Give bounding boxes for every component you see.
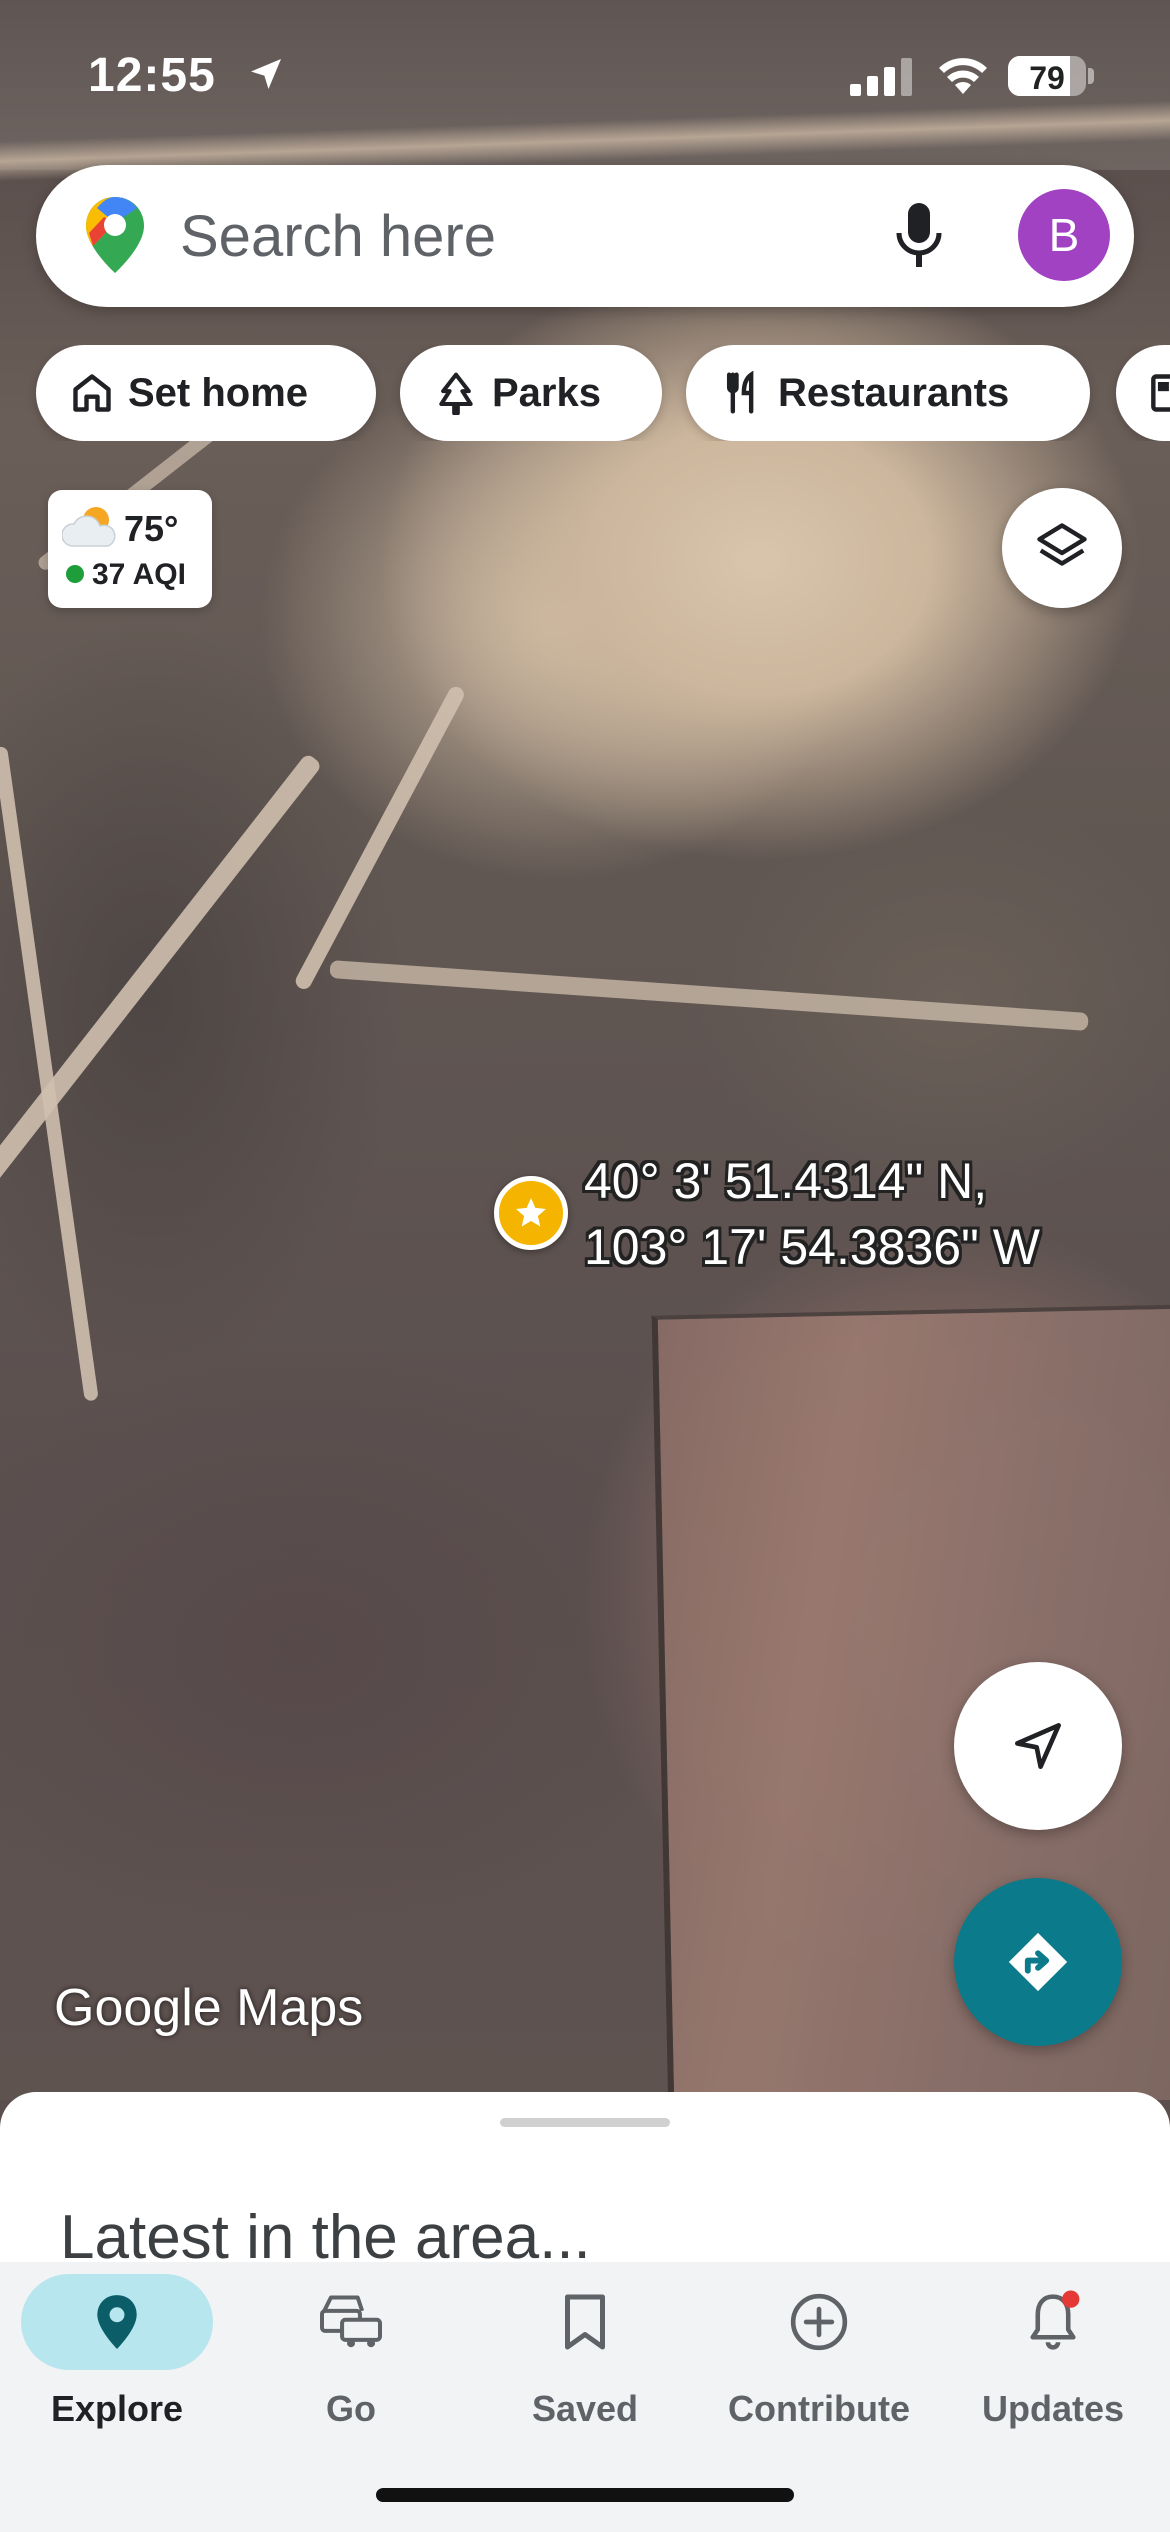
nav-go[interactable]: Go xyxy=(234,2262,468,2462)
home-indicator[interactable] xyxy=(376,2488,794,2502)
sheet-drag-handle[interactable] xyxy=(500,2118,670,2127)
weather-temperature: 75° xyxy=(124,508,179,549)
nav-label: Go xyxy=(326,2388,376,2429)
nav-icon-container xyxy=(489,2274,681,2370)
longitude-text: 103° 17' 54.3836" W xyxy=(584,1219,1040,1275)
home-icon xyxy=(73,374,111,412)
chip-label: Set home xyxy=(128,370,309,415)
location-pin-icon xyxy=(97,2295,137,2349)
nav-label: Saved xyxy=(531,2388,639,2429)
battery-nub xyxy=(1088,68,1094,84)
chip-label: Parks xyxy=(492,370,601,415)
map-road xyxy=(292,684,467,992)
bell-icon xyxy=(1030,2290,1080,2350)
cellular-signal-icon xyxy=(850,58,914,101)
plus-circle-icon xyxy=(790,2293,848,2351)
aqi-value: 37 AQI xyxy=(92,558,186,591)
search-input[interactable]: Search here xyxy=(180,203,496,270)
chip-gas[interactable] xyxy=(1116,345,1170,441)
nav-saved[interactable]: Saved xyxy=(468,2262,702,2462)
aqi-status-dot xyxy=(66,565,84,583)
star-icon xyxy=(516,1198,546,1227)
my-location-button[interactable] xyxy=(954,1662,1122,1830)
nav-explore[interactable]: Explore xyxy=(0,2262,234,2462)
notification-dot xyxy=(1062,2290,1080,2308)
latitude-text: 40° 3' 51.4314" N, xyxy=(584,1153,988,1209)
weather-widget[interactable]: 75° 37 AQI xyxy=(48,490,212,608)
chip-label: Restaurants xyxy=(778,370,1010,415)
nav-active-pill xyxy=(21,2274,213,2370)
car-icon xyxy=(319,2295,383,2348)
nav-label: Explore xyxy=(50,2388,184,2429)
directions-button[interactable] xyxy=(954,1878,1122,2046)
chip-set-home[interactable]: Set home xyxy=(36,345,376,441)
dropped-pin-marker[interactable] xyxy=(494,1176,568,1250)
directions-icon xyxy=(1008,1932,1068,1992)
layers-icon xyxy=(1037,523,1087,566)
coordinate-label[interactable]: 40° 3' 51.4314" N, 103° 17' 54.3836" W xyxy=(584,1148,1040,1280)
nav-label: Updates xyxy=(981,2388,1125,2429)
bookmark-icon xyxy=(565,2294,605,2350)
tree-icon xyxy=(439,372,473,415)
account-avatar[interactable]: B xyxy=(1018,189,1110,281)
location-arrow-icon xyxy=(246,54,286,99)
map-road xyxy=(329,960,1089,1031)
category-chips: Set home Parks Restaurants xyxy=(0,345,1170,441)
nav-label: Contribute xyxy=(728,2388,910,2429)
nav-updates[interactable]: Updates xyxy=(936,2262,1170,2462)
nav-icon-container xyxy=(255,2274,447,2370)
google-maps-logo-icon xyxy=(84,195,146,280)
nav-contribute[interactable]: Contribute xyxy=(702,2262,936,2462)
wifi-icon xyxy=(936,54,990,101)
battery-indicator: 79 xyxy=(1008,56,1086,96)
google-maps-wordmark: Google Maps xyxy=(54,1979,364,2037)
map-road xyxy=(0,746,99,1402)
status-time: 12:55 xyxy=(88,49,216,102)
nav-icon-container xyxy=(957,2274,1149,2370)
partly-cloudy-icon xyxy=(61,504,122,557)
chip-parks[interactable]: Parks xyxy=(400,345,662,441)
nav-icon-container xyxy=(723,2274,915,2370)
navigation-arrow-icon xyxy=(1015,1723,1061,1769)
layers-button[interactable] xyxy=(1002,488,1122,608)
search-bar[interactable]: Search here B xyxy=(36,165,1134,307)
chip-restaurants[interactable]: Restaurants xyxy=(686,345,1090,441)
fork-knife-icon xyxy=(726,371,754,414)
gas-station-icon xyxy=(1151,374,1170,412)
microphone-icon[interactable] xyxy=(892,201,946,276)
status-bar: 12:55 79 xyxy=(0,0,1170,150)
battery-percentage: 79 xyxy=(1029,60,1065,96)
